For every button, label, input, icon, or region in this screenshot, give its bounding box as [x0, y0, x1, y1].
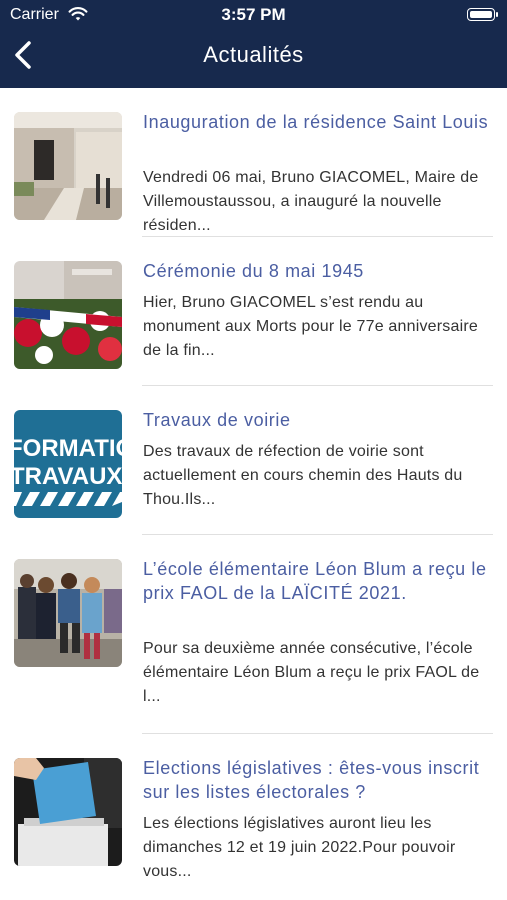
news-excerpt: Vendredi 06 mai, Bruno GIACOMEL, Maire d… [143, 169, 479, 234]
news-thumbnail [14, 758, 122, 866]
news-title[interactable]: Travaux de voirie [143, 408, 495, 432]
news-excerpt: Hier, Bruno GIACOMEL s’est rendu au monu… [143, 294, 478, 359]
news-item[interactable]: Cérémonie du 8 mai 1945 Hier, Bruno GIAC… [0, 237, 507, 386]
news-excerpt: Les élections législatives auront lieu l… [143, 815, 456, 880]
news-title[interactable]: Inauguration de la résidence Saint Louis [143, 110, 495, 134]
battery-icon [467, 8, 498, 21]
news-thumbnail: FORMATIO TRAVAUX [14, 410, 122, 518]
news-excerpt: Pour sa deuxième année consécutive, l’éc… [143, 640, 480, 705]
page-title: Actualités [203, 42, 304, 67]
news-item[interactable]: FORMATIO TRAVAUX Travaux de voirie Des t… [0, 386, 507, 535]
news-list: Inauguration de la résidence Saint Louis… [0, 88, 507, 883]
news-thumbnail [14, 112, 122, 220]
thumb-text-line-1: FORMATIO [14, 435, 122, 462]
news-title[interactable]: Elections législatives : êtes-vous inscr… [143, 756, 495, 804]
news-item[interactable]: Inauguration de la résidence Saint Louis… [0, 88, 507, 237]
news-thumbnail [14, 261, 122, 369]
status-bar: Carrier 3:57 PM [0, 0, 507, 32]
thumb-text-line-2: TRAVAUX [14, 463, 122, 490]
news-title[interactable]: Cérémonie du 8 mai 1945 [143, 259, 495, 283]
news-thumbnail [14, 559, 122, 667]
nav-header: Carrier 3:57 PM Actualités [0, 0, 507, 88]
news-item[interactable]: L’école élémentaire Léon Blum a reçu le … [0, 535, 507, 734]
clock: 3:57 PM [221, 5, 286, 24]
news-item[interactable]: Elections législatives : êtes-vous inscr… [0, 734, 507, 883]
news-excerpt: Des travaux de réfection de voirie sont … [143, 443, 463, 508]
news-title[interactable]: L’école élémentaire Léon Blum a reçu le … [143, 557, 495, 605]
